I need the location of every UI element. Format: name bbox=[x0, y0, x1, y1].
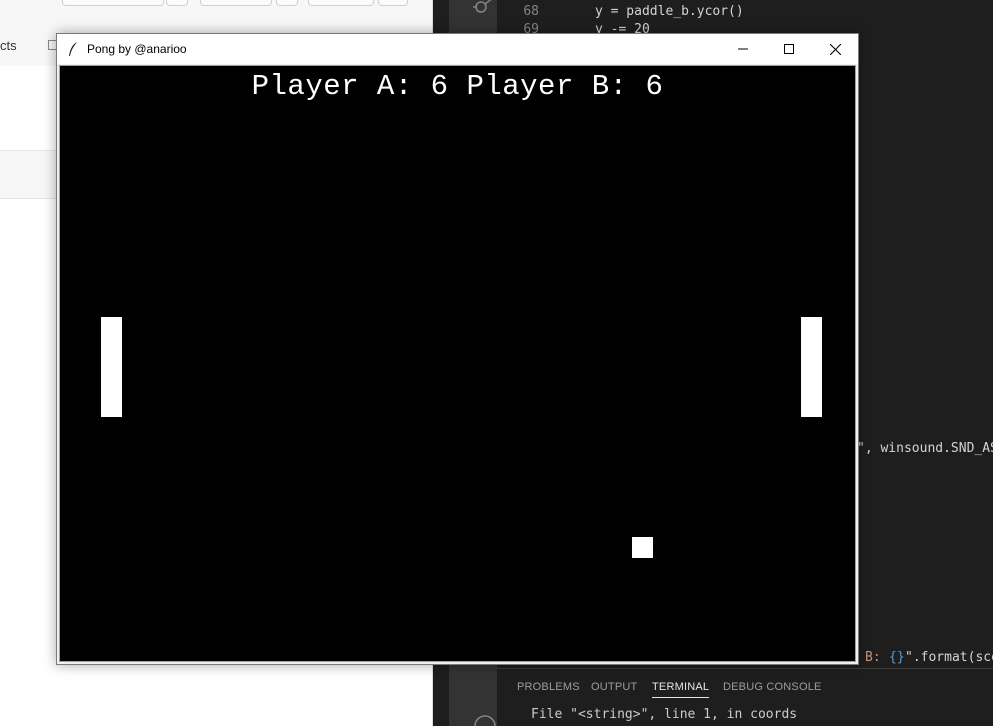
code-line[interactable]: 68 y = paddle_b.ycor() bbox=[497, 4, 993, 22]
minimize-icon bbox=[738, 48, 748, 50]
maximize-icon bbox=[784, 44, 794, 54]
code-token: B: bbox=[865, 650, 889, 665]
pong-window: Pong by @anarioo Player A: 6 Player B: 6 bbox=[56, 33, 859, 665]
close-button[interactable] bbox=[812, 34, 858, 64]
code-token: ".format(sco bbox=[905, 650, 993, 665]
tab-problems[interactable]: PROBLEMS bbox=[517, 681, 580, 693]
minimize-button[interactable] bbox=[720, 34, 766, 64]
paddle-b bbox=[801, 317, 822, 417]
code-fragment-winsound[interactable]: ", winsound.SND_AS bbox=[857, 441, 993, 456]
code-text: y = paddle_b.ycor() bbox=[595, 4, 744, 19]
window-title: Pong by @anarioo bbox=[87, 42, 187, 56]
browser-toolbar-button[interactable] bbox=[166, 0, 188, 6]
browser-toolbar-button[interactable] bbox=[276, 0, 298, 6]
maximize-button[interactable] bbox=[766, 34, 812, 64]
ball bbox=[632, 537, 653, 558]
browser-toolbar-button[interactable] bbox=[62, 0, 164, 6]
accounts-icon[interactable] bbox=[473, 714, 497, 726]
bottom-panel: PROBLEMS OUTPUT TERMINAL DEBUG CONSOLE F… bbox=[497, 668, 993, 726]
code-token: {} bbox=[889, 650, 905, 665]
window-titlebar[interactable]: Pong by @anarioo bbox=[57, 34, 858, 64]
line-number: 68 bbox=[523, 4, 539, 19]
browser-toolbar-button[interactable] bbox=[200, 0, 272, 6]
code-fragment-format[interactable]: B: {} ".format(sco bbox=[865, 650, 993, 668]
paddle-a bbox=[101, 317, 122, 417]
close-icon bbox=[829, 43, 841, 55]
tab-debug-console[interactable]: DEBUG CONSOLE bbox=[723, 681, 822, 693]
scoreboard: Player A: 6 Player B: 6 bbox=[251, 70, 664, 103]
feather-icon bbox=[69, 42, 77, 56]
browser-toolbar-button[interactable] bbox=[308, 0, 374, 6]
browser-toolbar-button[interactable] bbox=[378, 0, 408, 6]
game-canvas[interactable]: Player A: 6 Player B: 6 bbox=[59, 65, 856, 662]
browser-tab-label[interactable]: cts bbox=[0, 38, 17, 53]
tab-terminal[interactable]: TERMINAL bbox=[652, 681, 710, 698]
debug-icon[interactable] bbox=[471, 0, 497, 18]
terminal-output-line: File "<string>", line 1, in coords bbox=[531, 707, 798, 722]
tab-output[interactable]: OUTPUT bbox=[591, 681, 637, 693]
